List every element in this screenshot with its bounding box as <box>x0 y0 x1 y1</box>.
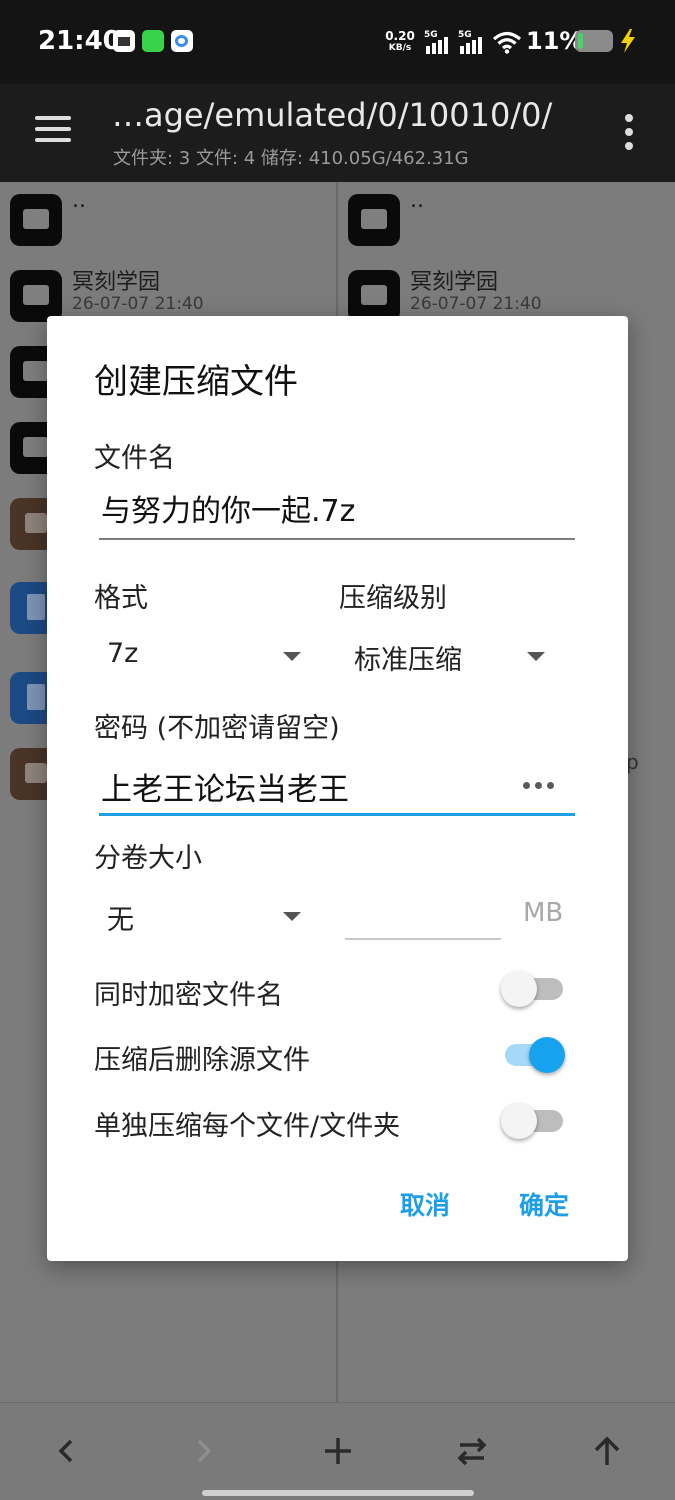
signal-sim2-icon: 5G <box>458 30 486 54</box>
file-name: .. <box>72 188 86 213</box>
chevron-down-icon <box>283 912 301 921</box>
compress-separately-label: 单独压缩每个文件/文件夹 <box>94 1111 401 1142</box>
compression-level-value: 标准压缩 <box>354 645 462 676</box>
file-row[interactable]: .. <box>338 182 675 258</box>
confirm-button[interactable]: 确定 <box>519 1186 569 1222</box>
file-date: 26-07-07 21:40 <box>72 294 204 314</box>
create-archive-dialog: 创建压缩文件 文件名 与努力的你一起.7z 格式 压缩级别 7z 标准压缩 密码… <box>47 316 628 1261</box>
back-icon[interactable] <box>47 1431 87 1471</box>
folder-icon <box>348 194 400 246</box>
delete-source-switch[interactable] <box>501 1034 565 1074</box>
sim1-5g-tag: 5G <box>424 30 438 40</box>
up-icon[interactable] <box>587 1431 627 1471</box>
folder-icon <box>348 270 400 322</box>
chevron-down-icon <box>527 652 545 661</box>
file-name: 冥刻学园 <box>410 270 499 295</box>
current-path[interactable]: …age/emulated/0/10010/0/ <box>112 96 552 134</box>
sim2-5g-tag: 5G <box>458 30 472 40</box>
swap-icon[interactable] <box>452 1431 492 1471</box>
add-icon[interactable] <box>318 1431 358 1471</box>
more-options-icon[interactable] <box>625 114 633 150</box>
encrypt-filenames-switch[interactable] <box>501 968 565 1008</box>
password-visibility-icon[interactable] <box>523 782 555 790</box>
format-select[interactable]: 7z <box>94 630 314 684</box>
network-speed-value: 0.20 <box>385 29 415 43</box>
format-value: 7z <box>107 638 139 669</box>
app-toolbar: …age/emulated/0/10010/0/ 文件夹: 3 文件: 4 储存… <box>0 84 675 182</box>
wifi-icon <box>492 31 522 54</box>
compression-level-select[interactable]: 标准压缩 <box>341 630 561 684</box>
status-bar: 21:40 0.20 KB/s 5G 5G 11% <box>0 0 675 84</box>
doc-app-icon <box>113 30 135 52</box>
file-name: .. <box>410 188 424 213</box>
network-speed: 0.20 KB/s <box>384 30 416 54</box>
cancel-button[interactable]: 取消 <box>400 1186 450 1222</box>
split-size-input[interactable] <box>345 884 501 940</box>
chevron-down-icon <box>283 652 301 661</box>
split-size-select[interactable]: 无 <box>94 890 314 944</box>
folder-icon <box>10 270 62 322</box>
filename-value: 与努力的你一起.7z <box>101 494 356 529</box>
format-label: 格式 <box>94 583 148 614</box>
file-row[interactable]: .. <box>0 182 336 258</box>
filename-label: 文件名 <box>94 443 175 474</box>
folder-icon <box>10 194 62 246</box>
filename-input[interactable]: 与努力的你一起.7z <box>99 486 575 540</box>
signal-sim1-icon: 5G <box>424 30 452 54</box>
file-name: 冥刻学园 <box>72 270 161 295</box>
compress-separately-switch[interactable] <box>501 1100 565 1140</box>
forward-icon[interactable] <box>183 1431 223 1471</box>
file-date: 26-07-07 21:40 <box>410 294 542 314</box>
status-time: 21:40 <box>38 26 121 56</box>
split-size-value: 无 <box>107 905 134 936</box>
password-input[interactable]: 上老王论坛当老王 <box>99 754 575 816</box>
network-speed-unit: KB/s <box>388 43 412 53</box>
hamburger-menu-icon[interactable] <box>35 114 71 144</box>
compression-level-label: 压缩级别 <box>339 583 447 614</box>
split-size-unit: MB <box>523 898 564 928</box>
battery-icon <box>575 30 613 52</box>
charging-bolt-icon <box>621 29 635 53</box>
split-size-label: 分卷大小 <box>94 843 202 874</box>
bottom-toolbar <box>0 1402 675 1500</box>
password-value: 上老王论坛当老王 <box>101 772 349 808</box>
dialog-title: 创建压缩文件 <box>94 362 298 402</box>
delete-source-label: 压缩后删除源文件 <box>94 1045 310 1076</box>
home-indicator[interactable] <box>202 1490 474 1496</box>
cloud-app-icon <box>171 30 193 52</box>
kook-app-icon <box>142 30 164 52</box>
password-label: 密码 (不加密请留空) <box>94 713 340 744</box>
encrypt-filenames-label: 同时加密文件名 <box>94 980 283 1011</box>
storage-summary: 文件夹: 3 文件: 4 储存: 410.05G/462.31G <box>113 148 469 169</box>
